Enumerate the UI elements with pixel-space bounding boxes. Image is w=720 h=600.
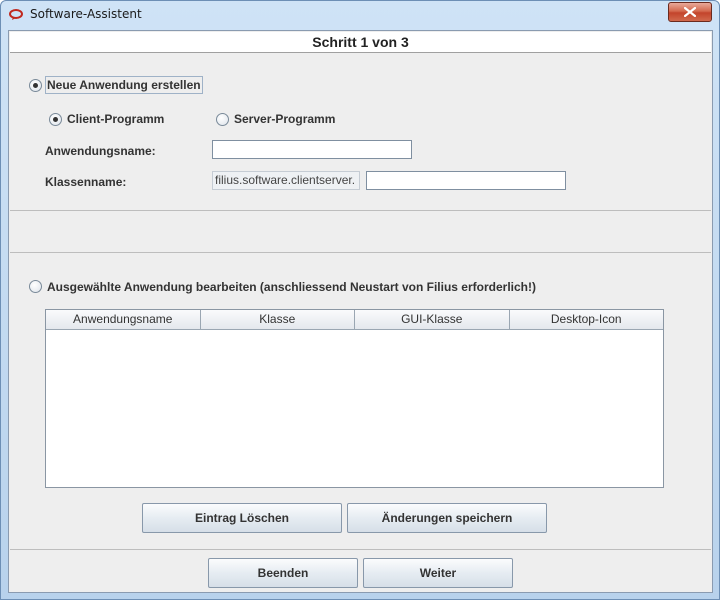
app-name-label: Anwendungsname: xyxy=(45,144,156,158)
applications-table[interactable]: Anwendungsname Klasse GUI-Klasse Desktop… xyxy=(45,309,664,488)
edit-app-label[interactable]: Ausgewählte Anwendung bearbeiten (anschl… xyxy=(47,280,536,294)
new-app-label[interactable]: Neue Anwendung erstellen xyxy=(45,76,203,94)
software-assistant-window: Software-Assistent Schritt 1 von 3 Neue … xyxy=(0,0,720,600)
title-bar[interactable]: Software-Assistent xyxy=(1,1,719,29)
edit-app-radio[interactable] xyxy=(29,280,42,293)
quit-button[interactable]: Beenden xyxy=(208,558,358,588)
close-icon xyxy=(684,7,696,17)
filius-app-icon xyxy=(9,9,23,20)
table-header: Anwendungsname Klasse GUI-Klasse Desktop… xyxy=(46,310,663,330)
column-header-app-name[interactable]: Anwendungsname xyxy=(46,310,201,329)
client-program-radio[interactable] xyxy=(49,113,62,126)
server-program-radio[interactable] xyxy=(216,113,229,126)
app-name-input[interactable] xyxy=(212,140,412,159)
dialog-content: Schritt 1 von 3 Neue Anwendung erstellen… xyxy=(8,30,713,593)
class-name-label: Klassenname: xyxy=(45,175,127,189)
new-app-radio[interactable] xyxy=(29,79,42,92)
column-header-class[interactable]: Klasse xyxy=(201,310,355,329)
class-prefix: filius.software.clientserver. xyxy=(212,171,360,190)
save-changes-button[interactable]: Änderungen speichern xyxy=(347,503,547,533)
column-header-desktop-icon[interactable]: Desktop-Icon xyxy=(510,310,664,329)
server-program-label[interactable]: Server-Programm xyxy=(234,112,335,126)
delete-entry-button[interactable]: Eintrag Löschen xyxy=(142,503,342,533)
step-indicator: Schritt 1 von 3 xyxy=(10,32,711,53)
window-title: Software-Assistent xyxy=(30,7,142,21)
table-body[interactable] xyxy=(46,330,663,486)
client-program-label[interactable]: Client-Programm xyxy=(67,112,164,126)
close-button[interactable] xyxy=(668,2,712,22)
class-name-input[interactable] xyxy=(366,171,566,190)
next-button[interactable]: Weiter xyxy=(363,558,513,588)
column-header-gui-class[interactable]: GUI-Klasse xyxy=(355,310,510,329)
